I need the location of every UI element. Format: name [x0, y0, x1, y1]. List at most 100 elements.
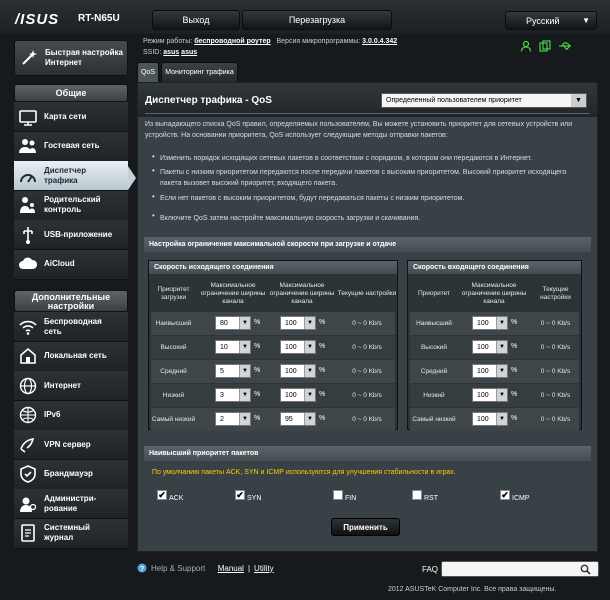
sidebar-item-ipv6[interactable]: IPv6	[14, 400, 128, 431]
sidebar-item-label: Брандмауэр	[44, 469, 93, 478]
priority-label: Низкий	[162, 391, 185, 399]
sidebar-item-parental-control[interactable]: Родительский контроль	[14, 190, 128, 221]
svg-text:?: ?	[140, 566, 144, 573]
checkbox-box[interactable]: ✔	[157, 489, 167, 500]
quick-internet-setup[interactable]: Быстрая настройка Интернет	[14, 40, 128, 76]
priority-section-header: Наивысший приоритет пакетов	[144, 446, 591, 461]
upload-min-select[interactable]: 3 ▼	[215, 388, 251, 402]
network-map-icon	[18, 107, 38, 127]
sidebar-item-syslog[interactable]: Системный журнал	[14, 518, 128, 549]
upload-min-select[interactable]: 10 ▼	[215, 340, 251, 354]
checkbox-rst[interactable]: RST	[412, 487, 438, 502]
upload-min-select[interactable]: 80 ▼	[215, 316, 251, 330]
percent-label: %	[319, 391, 326, 398]
checkbox-label: SYN	[247, 495, 262, 502]
current-setting: 0 ~ 0 Kb/s	[540, 367, 571, 375]
sidebar-item-usb[interactable]: USB-приложение	[14, 220, 128, 250]
upload-header-3: Текущие настройки	[337, 289, 397, 297]
max-value: 100	[477, 319, 489, 327]
download-max-select[interactable]: 100 ▼	[472, 388, 508, 402]
upload-min-select[interactable]: 5 ▼	[215, 364, 251, 378]
help-support-link[interactable]: Help & Support	[151, 564, 205, 573]
utility-link[interactable]: Utility	[254, 564, 274, 573]
percent-label: %	[319, 367, 326, 374]
copy-status-icon[interactable]	[539, 40, 551, 52]
usb-icon	[18, 225, 38, 245]
chevron-down-icon: ▼	[239, 389, 250, 401]
current-setting: 0 ~ 0 Kb/s	[352, 391, 382, 399]
download-max-select[interactable]: 100 ▼	[472, 364, 508, 378]
sidebar-item-label: Беспроводная сеть	[44, 316, 102, 336]
selected-arrow	[128, 166, 136, 190]
download-max-select[interactable]: 100 ▼	[472, 412, 508, 426]
current-setting: 0 ~ 0 Kb/s	[352, 415, 382, 423]
checkbox-label: ICMP	[512, 495, 530, 502]
checkbox-syn[interactable]: ✔ SYN	[235, 487, 261, 502]
reboot-button[interactable]: Перезагрузка	[242, 10, 392, 30]
ssid-2g[interactable]: asus	[163, 49, 179, 56]
help-icon: ?	[137, 563, 147, 573]
usb-status-icon[interactable]	[558, 40, 572, 52]
faq-search-input[interactable]	[441, 561, 599, 577]
upload-max-select[interactable]: 100 ▼	[280, 340, 316, 354]
sidebar-item-guest-network[interactable]: Гостевая сеть	[14, 131, 128, 162]
qos-mode-select[interactable]: Определенный пользователем приоритет ▼	[381, 93, 587, 108]
bullet-dot: •	[152, 152, 155, 161]
upload-max-select[interactable]: 100 ▼	[280, 388, 316, 402]
general-section-header: Общие	[14, 84, 128, 102]
wan-icon	[18, 376, 38, 396]
download-header-1: Максимальное ограничение ширины канала	[461, 281, 527, 305]
chevron-down-icon: ▼	[239, 413, 250, 425]
firmware-link[interactable]: 3.0.0.4.342	[362, 38, 397, 45]
upload-header-1: Максимальное ограничение ширины канала	[200, 281, 266, 305]
download-max-select[interactable]: 100 ▼	[472, 316, 508, 330]
priority-note: По умолчанию пакеты ACK, SYN и ICMP испо…	[152, 469, 456, 476]
ssid-5g[interactable]: asus	[181, 49, 197, 56]
sidebar-item-label: Родительский контроль	[44, 195, 101, 214]
tab-traffic-monitor[interactable]: Мониторинг трафика	[161, 62, 238, 82]
chevron-down-icon: ▼	[496, 413, 507, 425]
checkbox-ack[interactable]: ✔ ACK	[157, 487, 183, 502]
footer-links: ? Help & Support Manual | Utility	[137, 563, 274, 573]
chevron-down-icon: ▼	[304, 317, 315, 329]
checkbox-box[interactable]: ✔	[235, 489, 245, 500]
manual-link[interactable]: Manual	[218, 564, 244, 573]
logout-button[interactable]: Выход	[152, 10, 240, 30]
mode-link[interactable]: беспроводной роутер	[194, 38, 270, 45]
download-max-select[interactable]: 100 ▼	[472, 340, 508, 354]
sidebar-item-wireless[interactable]: Беспроводная сеть	[14, 312, 128, 342]
priority-label: Высокий	[160, 343, 187, 351]
apply-button[interactable]: Применить	[331, 518, 400, 536]
sidebar-item-wan[interactable]: Интернет	[14, 371, 128, 401]
checkbox-label: FIN	[345, 495, 357, 502]
checkbox-label: ACK	[169, 495, 184, 502]
sidebar-item-admin[interactable]: Администри-рование	[14, 489, 128, 519]
qis-label: Быстрая настройка Интернет	[45, 48, 123, 67]
sidebar-item-cloud[interactable]: AiCloud	[14, 249, 128, 280]
upload-max-select[interactable]: 100 ▼	[280, 364, 316, 378]
upload-min-select[interactable]: 2 ▼	[215, 412, 251, 426]
search-icon[interactable]	[580, 564, 591, 575]
sidebar-item-lan[interactable]: Локальная сеть	[14, 341, 128, 372]
checkbox-box[interactable]	[333, 489, 343, 500]
sidebar-item-vpn[interactable]: VPN сервер	[14, 430, 128, 460]
checkbox-fin[interactable]: FIN	[333, 487, 356, 502]
min-value: 2	[220, 415, 224, 423]
user-status-icon[interactable]	[520, 40, 532, 52]
upload-max-select[interactable]: 95 ▼	[280, 412, 316, 426]
percent-label: %	[319, 415, 326, 422]
checkbox-icmp[interactable]: ✔ ICMP	[500, 487, 530, 502]
traffic-manager-icon	[18, 166, 38, 186]
tab-qos[interactable]: QoS	[137, 62, 159, 82]
percent-label: %	[319, 343, 326, 350]
sidebar-item-network-map[interactable]: Карта сети	[14, 102, 128, 132]
checkbox-box[interactable]	[412, 489, 422, 500]
operation-mode-line: Режим работы: беспроводной роутер Версия…	[143, 38, 397, 45]
upload-max-select[interactable]: 100 ▼	[280, 316, 316, 330]
sidebar-item-traffic-manager[interactable]: Диспетчер трафика	[14, 161, 128, 191]
chevron-down-icon: ▼	[304, 341, 315, 353]
language-select[interactable]: Русский ▼	[505, 11, 597, 30]
firewall-icon	[18, 464, 38, 484]
checkbox-box[interactable]: ✔	[500, 489, 510, 500]
sidebar-item-firewall[interactable]: Брандмауэр	[14, 459, 128, 490]
